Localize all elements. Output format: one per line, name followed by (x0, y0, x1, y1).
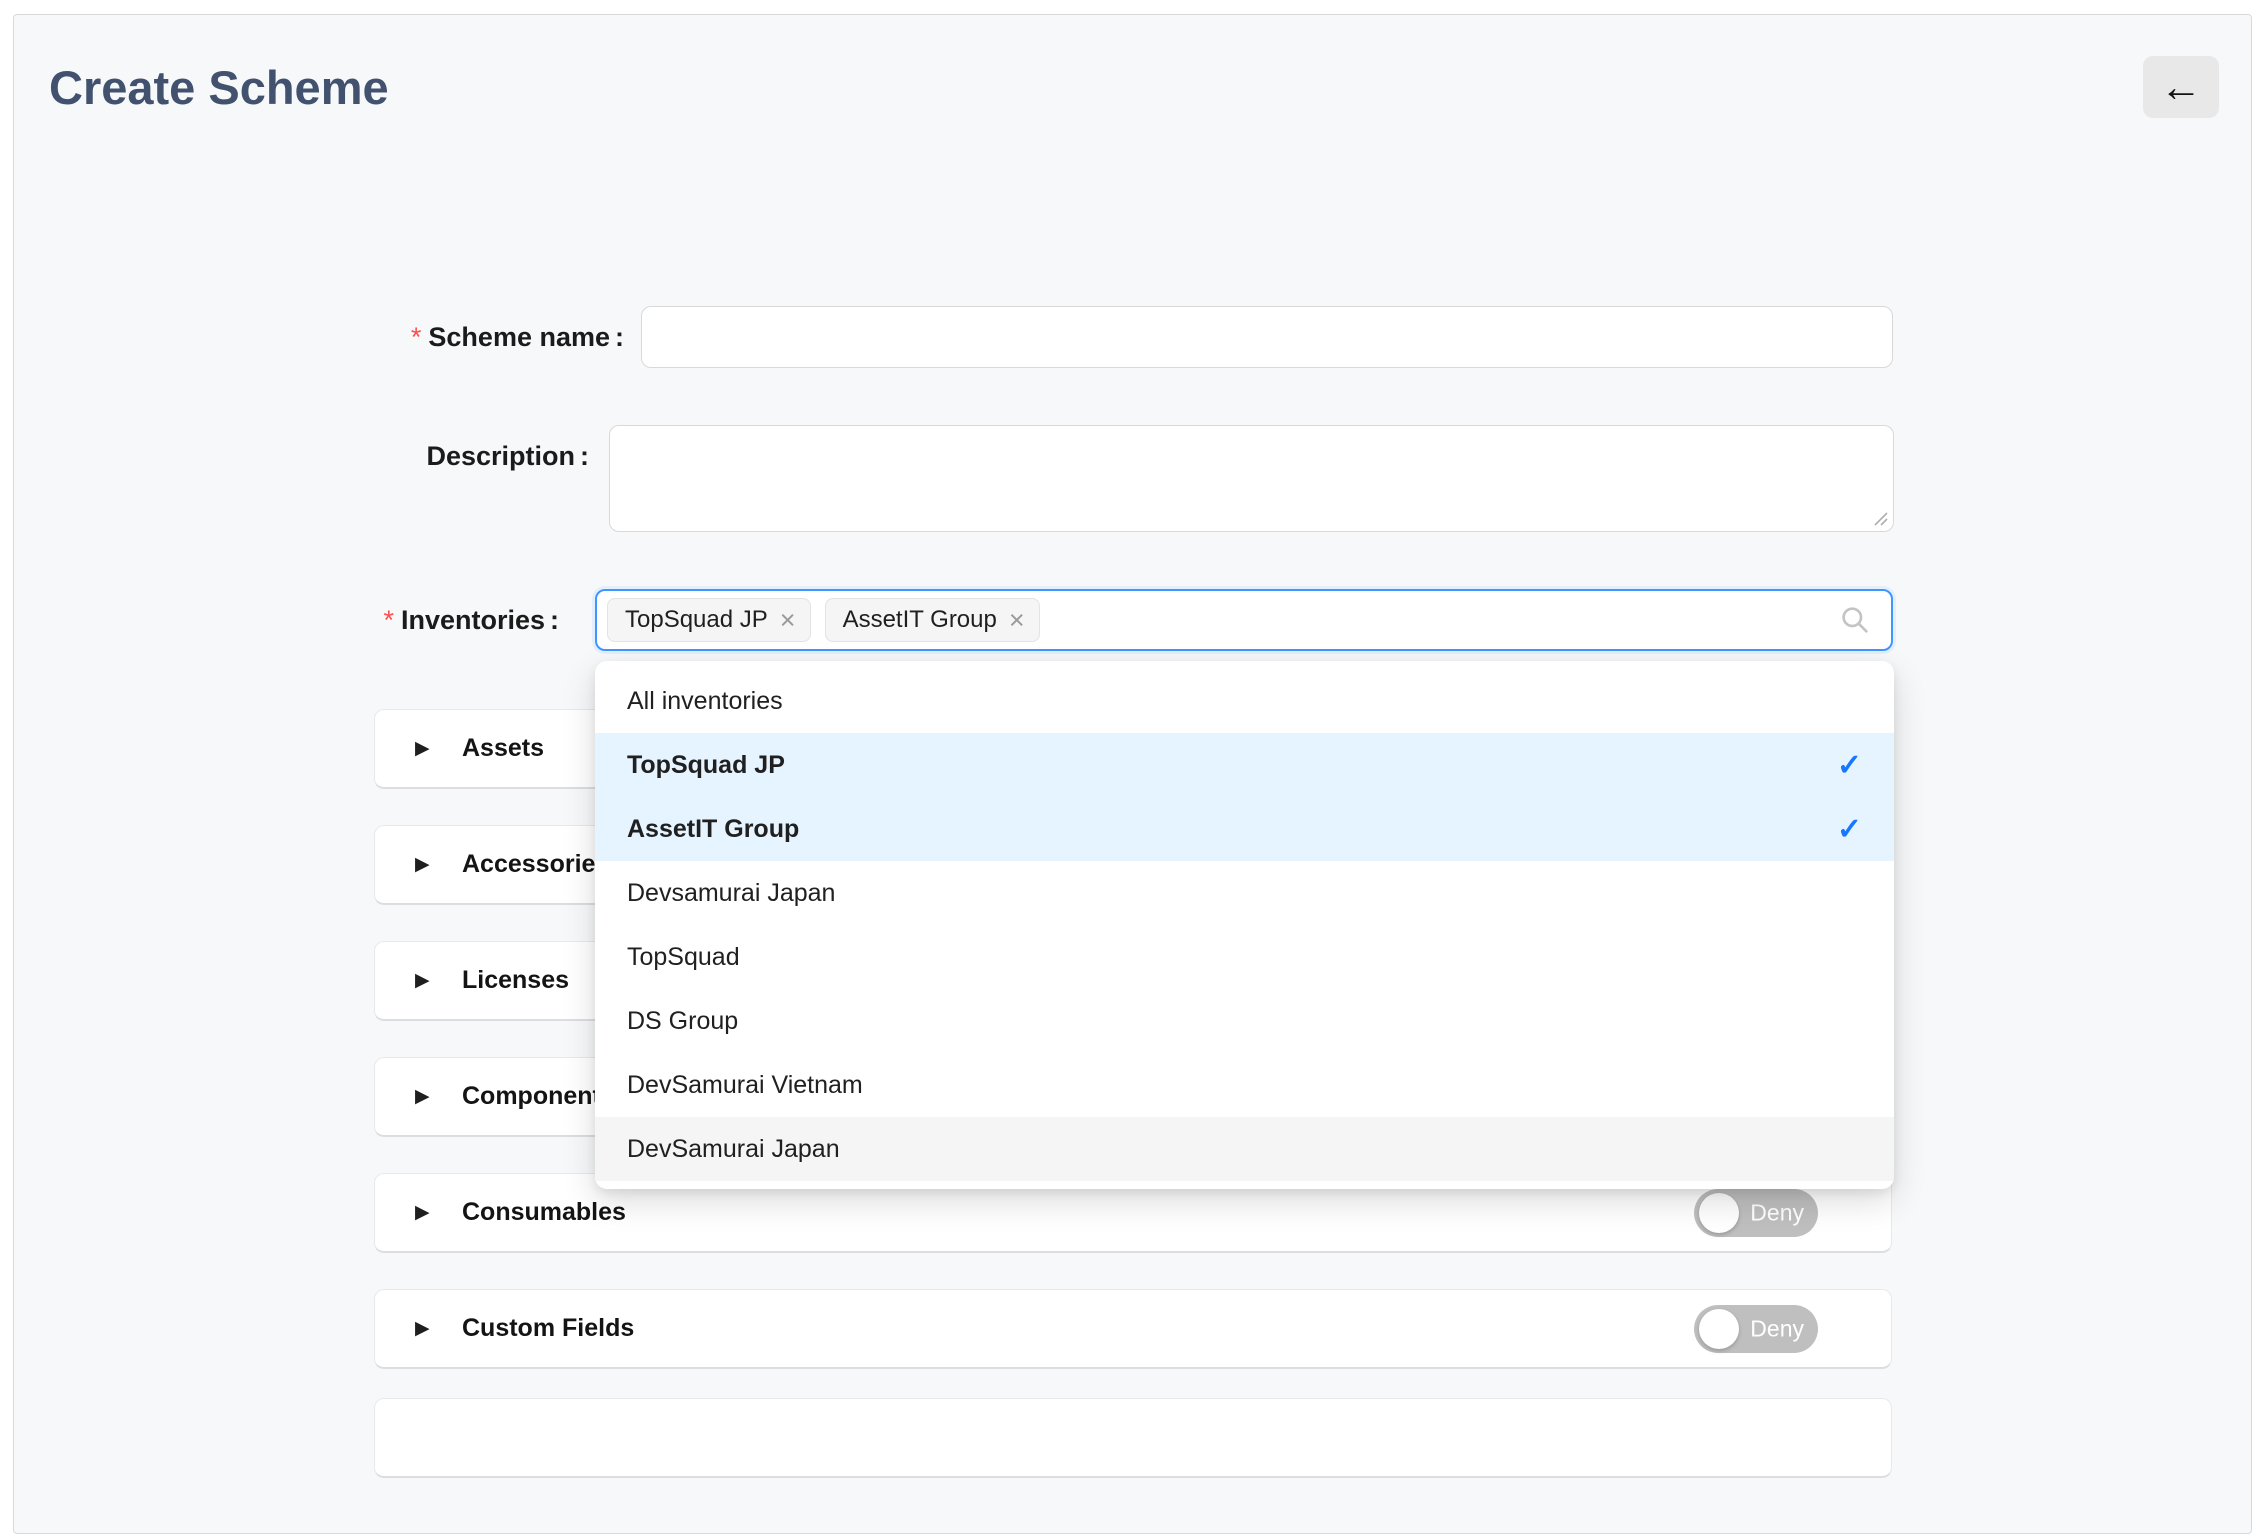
selected-tag: AssetIT Group × (825, 598, 1040, 642)
caret-right-icon: ▶ (415, 853, 437, 876)
scheme-name-input[interactable] (641, 306, 1893, 368)
page-title: Create Scheme (49, 61, 389, 115)
panel-label: Accessories (462, 850, 609, 879)
toggle-knob (1699, 1309, 1739, 1349)
scheme-name-label: *Scheme name: (14, 306, 624, 368)
option-label: DS Group (627, 1007, 738, 1036)
panel-label: Custom Fields (462, 1314, 634, 1343)
caret-right-icon: ▶ (415, 737, 437, 760)
tag-label: TopSquad JP (625, 606, 768, 634)
dropdown-option-topsquad[interactable]: TopSquad (595, 925, 1894, 989)
deny-toggle[interactable]: Deny (1694, 1189, 1818, 1237)
label-colon: : (580, 441, 589, 471)
caret-right-icon: ▶ (415, 1085, 437, 1108)
description-label: Description: (14, 425, 589, 487)
inventories-label: *Inventories: (14, 589, 559, 651)
panel-custom-fields[interactable]: ▶ Custom Fields Deny (374, 1289, 1892, 1369)
dropdown-option-all-inventories[interactable]: All inventories (595, 669, 1894, 733)
panel-label: Consumables (462, 1198, 626, 1227)
scheme-name-label-text: Scheme name (428, 322, 610, 352)
option-label: Devsamurai Japan (627, 879, 835, 908)
toggle-label: Deny (1750, 1315, 1804, 1342)
option-label: DevSamurai Vietnam (627, 1071, 863, 1100)
option-label: AssetIT Group (627, 815, 799, 844)
caret-right-icon: ▶ (415, 1201, 437, 1224)
inventories-label-text: Inventories (401, 605, 545, 635)
caret-right-icon: ▶ (415, 1317, 437, 1340)
description-field-wrap (609, 425, 1894, 532)
option-label: All inventories (627, 687, 783, 716)
deny-toggle[interactable]: Deny (1694, 1305, 1818, 1353)
dropdown-option-ds-group[interactable]: DS Group (595, 989, 1894, 1053)
create-scheme-page: Create Scheme ← *Scheme name: Descriptio… (13, 14, 2252, 1534)
dropdown-option-devsamurai-japan-2[interactable]: DevSamurai Japan (595, 1117, 1894, 1181)
option-label: TopSquad (627, 943, 740, 972)
description-input[interactable] (609, 425, 1894, 532)
tag-label: AssetIT Group (843, 606, 997, 634)
check-icon: ✓ (1837, 812, 1862, 847)
dropdown-option-topsquad-jp[interactable]: TopSquad JP ✓ (595, 733, 1894, 797)
inventories-select[interactable]: TopSquad JP × AssetIT Group × (595, 589, 1893, 651)
dropdown-option-devsamurai-japan-1[interactable]: Devsamurai Japan (595, 861, 1894, 925)
required-mark: * (383, 605, 394, 635)
description-label-text: Description (426, 441, 575, 471)
check-icon: ✓ (1837, 748, 1862, 783)
option-label: TopSquad JP (627, 751, 785, 780)
dropdown-option-devsamurai-vietnam[interactable]: DevSamurai Vietnam (595, 1053, 1894, 1117)
label-colon: : (550, 605, 559, 635)
dropdown-option-assetit-group[interactable]: AssetIT Group ✓ (595, 797, 1894, 861)
remove-tag-icon[interactable]: × (780, 607, 796, 634)
toggle-label: Deny (1750, 1199, 1804, 1226)
remove-tag-icon[interactable]: × (1009, 607, 1025, 634)
selected-tag: TopSquad JP × (607, 598, 811, 642)
panel-partial[interactable] (374, 1398, 1892, 1478)
search-icon (1839, 604, 1871, 636)
toggle-knob (1699, 1193, 1739, 1233)
panel-label: Assets (462, 734, 544, 763)
arrow-left-icon: ← (2160, 66, 2202, 108)
label-colon: : (615, 322, 624, 352)
panel-label: Licenses (462, 966, 569, 995)
option-label: DevSamurai Japan (627, 1135, 840, 1164)
back-button[interactable]: ← (2143, 56, 2219, 118)
inventories-dropdown: All inventories TopSquad JP ✓ AssetIT Gr… (595, 661, 1894, 1189)
panel-label: Components (462, 1082, 615, 1111)
required-mark: * (411, 322, 422, 352)
caret-right-icon: ▶ (415, 969, 437, 992)
